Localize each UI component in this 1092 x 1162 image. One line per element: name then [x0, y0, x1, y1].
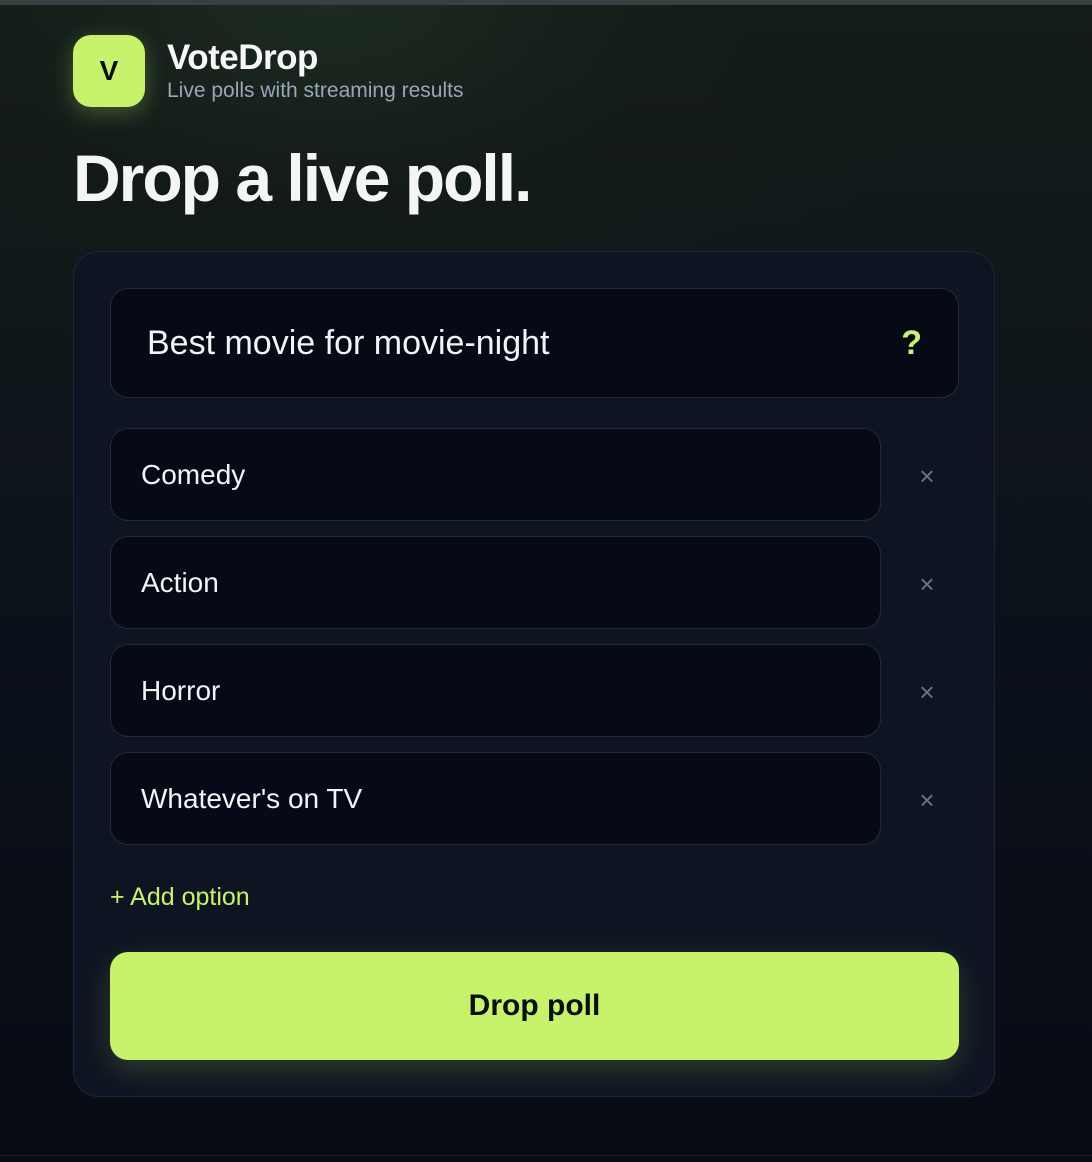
window-top-border	[0, 0, 1092, 5]
add-option-button[interactable]: + Add option	[110, 883, 250, 912]
option-field[interactable]: Comedy	[110, 428, 881, 521]
page-title: Drop a live poll.	[73, 141, 532, 215]
option-field[interactable]: Whatever's on TV	[110, 752, 881, 845]
drop-poll-button[interactable]: Drop poll	[110, 952, 959, 1060]
question-field[interactable]: Best movie for movie-night ?	[110, 288, 959, 398]
brand-tagline: Live polls with streaming results	[167, 79, 464, 102]
option-field[interactable]: Horror	[110, 644, 881, 737]
remove-option-icon[interactable]: ×	[912, 569, 942, 599]
remove-option-icon[interactable]: ×	[912, 785, 942, 815]
option-field[interactable]: Action	[110, 536, 881, 629]
brand-text: VoteDrop Live polls with streaming resul…	[167, 38, 463, 104]
option-input[interactable]: Whatever's on TV	[141, 783, 362, 815]
poll-form-card: Best movie for movie-night ? Comedy × Ac…	[73, 251, 995, 1097]
brand-header: V VoteDrop Live polls with streaming res…	[73, 35, 463, 107]
divider	[0, 1155, 1092, 1156]
option-input[interactable]: Action	[141, 567, 219, 599]
logo-icon: V	[73, 35, 145, 107]
question-input[interactable]: Best movie for movie-night	[147, 324, 901, 363]
option-input[interactable]: Horror	[141, 675, 220, 707]
brand-name: VoteDrop	[167, 38, 318, 77]
option-input[interactable]: Comedy	[141, 459, 245, 491]
remove-option-icon[interactable]: ×	[912, 677, 942, 707]
question-mark-icon: ?	[901, 323, 922, 362]
remove-option-icon[interactable]: ×	[912, 461, 942, 491]
